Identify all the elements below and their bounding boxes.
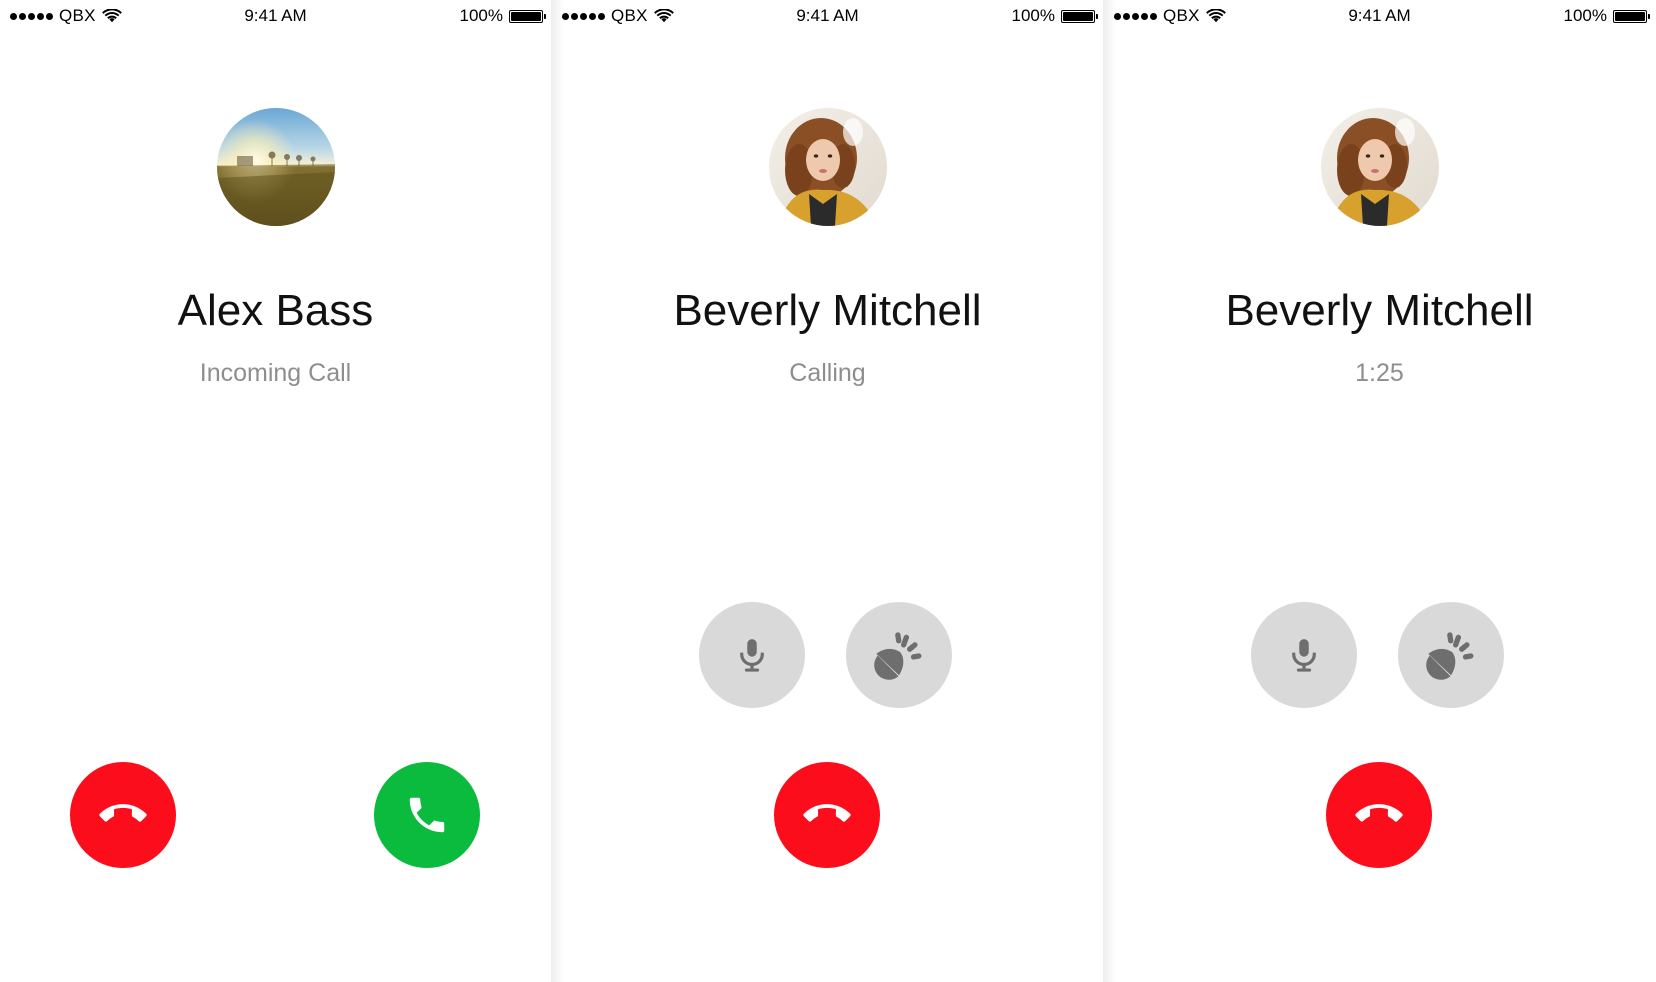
hang-up-icon [1346, 782, 1411, 847]
status-bar: QBX 9:41 AM 100% [552, 0, 1103, 34]
call-status: Calling [789, 359, 866, 387]
caller-name: Alex Bass [177, 286, 374, 335]
call-status: Incoming Call [199, 359, 352, 387]
microphone-icon [733, 636, 771, 674]
caller-name: Beverly Mitchell [1225, 286, 1534, 335]
caller-avatar [216, 108, 335, 226]
active-call-screen: QBX 9:41 AM 100% Beverly Mitchell 1:25 [1104, 0, 1655, 982]
mute-microphone-button[interactable] [1251, 602, 1357, 708]
end-call-button[interactable] [1326, 762, 1432, 868]
phone-icon [404, 792, 450, 838]
status-bar: QBX 9:41 AM 100% [1104, 0, 1655, 34]
outgoing-call-screen: QBX 9:41 AM 100% Beverly Mitchell Callin… [552, 0, 1103, 982]
battery-percentage: 100% [459, 6, 503, 25]
battery-percentage: 100% [1011, 6, 1055, 25]
accept-call-button[interactable] [374, 762, 480, 868]
caller-avatar [768, 108, 887, 226]
hang-up-icon [794, 782, 859, 847]
battery-icon [1613, 9, 1650, 23]
battery-icon [509, 9, 546, 23]
landscape-photo-icon [216, 108, 335, 226]
speaker-icon [870, 626, 928, 684]
call-duration: 1:25 [1355, 359, 1404, 387]
speaker-button[interactable] [846, 602, 952, 708]
battery-percentage: 100% [1563, 6, 1607, 25]
person-photo-icon [1320, 108, 1439, 226]
incoming-call-screen: QBX 9:41 AM 100% Alex Bass Incoming Call [0, 0, 551, 982]
mute-microphone-button[interactable] [699, 602, 805, 708]
speaker-icon [1422, 626, 1480, 684]
microphone-icon [1285, 636, 1323, 674]
caller-avatar [1320, 108, 1439, 226]
person-photo-icon [768, 108, 887, 226]
speaker-button[interactable] [1398, 602, 1504, 708]
battery-icon [1061, 9, 1098, 23]
end-call-button[interactable] [774, 762, 880, 868]
hang-up-icon [90, 782, 155, 847]
caller-name: Beverly Mitchell [673, 286, 982, 335]
decline-call-button[interactable] [70, 762, 176, 868]
status-bar: QBX 9:41 AM 100% [0, 0, 551, 34]
